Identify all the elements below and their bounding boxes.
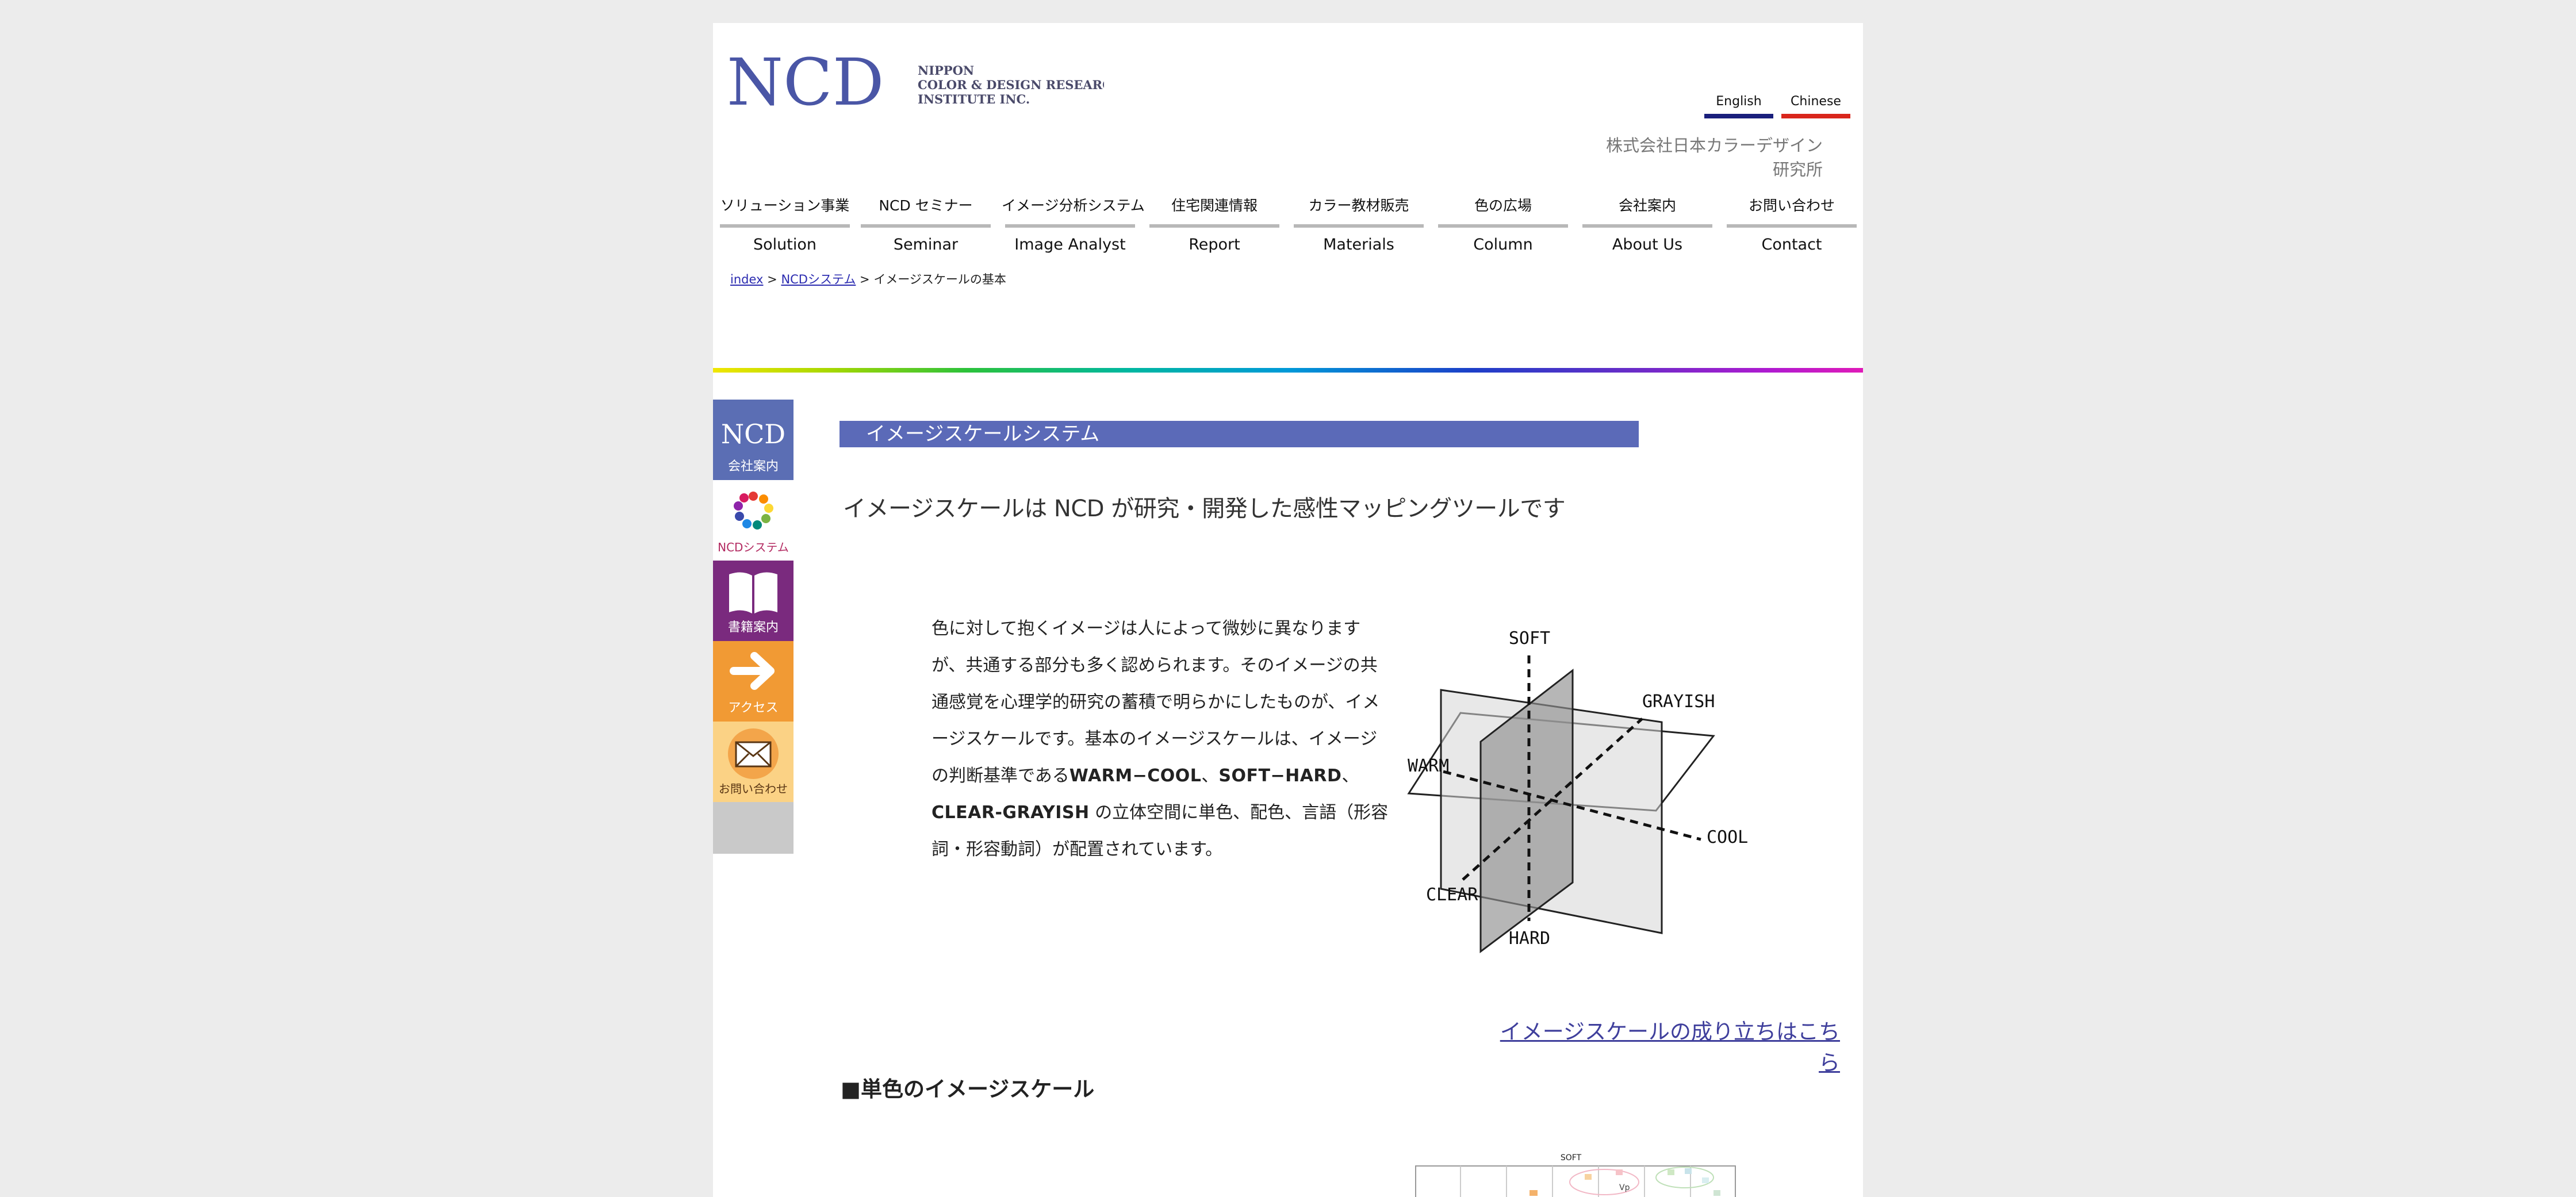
section-title-bar: イメージスケールシステム	[839, 421, 1639, 447]
main-nav: ソリューション事業 Solution NCD セミナー Seminar イメージ…	[713, 190, 1863, 282]
axis-label-cool: COOL	[1707, 827, 1748, 847]
color-chip	[1585, 1174, 1592, 1180]
logo-name-line-3: INSTITUTE INC.	[918, 92, 1030, 106]
ncd-logo[interactable]: NCD NIPPON COLOR & DESIGN RESEARCH INSTI…	[724, 34, 1124, 126]
lang-chinese-link[interactable]: Chinese	[1781, 93, 1850, 118]
page: NCD NIPPON COLOR & DESIGN RESEARCH INSTI…	[713, 23, 1863, 1197]
breadcrumb-system-link[interactable]: NCDシステム	[781, 273, 856, 286]
breadcrumb: index > NCDシステム > イメージスケールの基本	[730, 270, 1006, 287]
color-chip	[1529, 1190, 1538, 1196]
breadcrumb-separator: >	[860, 273, 870, 286]
nav-about[interactable]: 会社案内 About Us	[1579, 190, 1716, 282]
color-chip	[1667, 1169, 1674, 1175]
nav-column[interactable]: 色の広場 Column	[1435, 190, 1571, 282]
page-headline: イメージスケールは NCD が研究・開発した感性マッピングツールです	[843, 496, 1566, 522]
ncd-logo-icon: NCD	[721, 419, 785, 450]
open-book-icon	[729, 572, 777, 613]
nav-image-analyst-jp: イメージ分析システム	[1002, 197, 1145, 214]
nav-solution-en: Solution	[753, 236, 816, 254]
svg-text:NCD: NCD	[721, 419, 785, 450]
logo-name-line-2: COLOR & DESIGN RESEARCH	[918, 78, 1104, 92]
side-contact-label: お問い合わせ	[719, 782, 788, 796]
color-chip	[1702, 1177, 1709, 1183]
color-chip	[1616, 1169, 1623, 1175]
nav-image-analyst-en: Image Analyst	[1014, 236, 1126, 254]
nav-contact-jp: お問い合わせ	[1748, 197, 1835, 214]
intro-axis-warm-cool: WARM−COOL	[1069, 766, 1202, 786]
image-scale-3d-diagram: SOFT HARD WARM COOL CLEAR GRAYISH	[1407, 628, 1748, 953]
axis-label-warm: WARM	[1408, 756, 1449, 776]
breadcrumb-index-link[interactable]: index	[730, 273, 763, 286]
section-title: イメージスケールシステム	[866, 423, 1100, 446]
nav-materials-en: Materials	[1323, 236, 1394, 254]
nav-image-analyst[interactable]: イメージ分析システム Image Analyst	[1002, 190, 1145, 282]
intro-separator: 、	[1341, 766, 1359, 786]
nav-column-jp: 色の広場	[1474, 197, 1532, 214]
side-access-button[interactable]: アクセス	[713, 641, 793, 722]
intro-paragraph: 色に対して抱くイメージは人によって微妙に異なりますが、共通する部分も多く認められ…	[931, 611, 1392, 868]
nav-seminar[interactable]: NCD セミナー Seminar	[857, 190, 994, 282]
envelope-icon	[728, 728, 779, 779]
axis-label-soft: SOFT	[1509, 628, 1550, 649]
nav-materials[interactable]: カラー教材販売 Materials	[1290, 190, 1427, 282]
nav-report-jp: 住宅関連情報	[1171, 197, 1258, 214]
single-color-scale-heading: ■単色のイメージスケール	[841, 1077, 1095, 1102]
axis-label-hard: HARD	[1509, 929, 1550, 949]
company-name-jp: 株式会社日本カラーデザイン研究所	[1605, 136, 1823, 179]
nav-report[interactable]: 住宅関連情報 Report	[1146, 190, 1283, 282]
arrow-right-icon	[730, 652, 775, 690]
intro-axis-clear-grayish: CLEAR-GRAYISH	[931, 803, 1090, 823]
side-access-label: アクセス	[728, 701, 779, 715]
nav-contact-en: Contact	[1761, 236, 1822, 254]
breadcrumb-current: イメージスケールの基本	[873, 273, 1006, 286]
nav-column-en: Column	[1473, 236, 1533, 254]
lang-english-link[interactable]: English	[1704, 93, 1773, 118]
nav-solution[interactable]: ソリューション事業 Solution	[716, 190, 853, 282]
color-circle-icon	[734, 492, 773, 530]
rainbow-divider	[713, 368, 1863, 373]
nav-seminar-en: Seminar	[893, 236, 959, 254]
logo-name-line-1: NIPPON	[918, 63, 974, 78]
color-chip	[1685, 1168, 1692, 1174]
nav-materials-jp: カラー教材販売	[1308, 197, 1409, 214]
side-books-button[interactable]: 書籍案内	[713, 561, 793, 641]
breadcrumb-separator: >	[767, 273, 777, 286]
side-books-label: 書籍案内	[727, 620, 779, 635]
nav-about-jp: 会社案内	[1618, 197, 1676, 214]
side-menu: NCD 会社案内 NCDシステム 書籍案内 アクセス お問い合わせ	[713, 400, 793, 854]
single-color-scale-preview: SOFT Vp	[1415, 1153, 1736, 1197]
side-company-button[interactable]: NCD 会社案内	[713, 400, 793, 480]
nav-contact[interactable]: お問い合わせ Contact	[1723, 190, 1860, 282]
side-contact-button[interactable]: お問い合わせ	[713, 722, 793, 802]
axis-label-grayish: GRAYISH	[1642, 692, 1715, 712]
image-scale-origin-link[interactable]: イメージスケールの成り立ちはこちら	[1483, 1014, 1840, 1076]
axis-label-clear: CLEAR	[1426, 885, 1478, 905]
preview-vp-label: Vp	[1619, 1183, 1630, 1192]
intro-text-1: 色に対して抱くイメージは人によって微妙に異なりますが、共通する部分も多く認められ…	[931, 619, 1380, 786]
side-company-label: 会社案内	[727, 459, 779, 474]
color-chip	[1713, 1190, 1720, 1196]
intro-separator: 、	[1201, 766, 1219, 786]
nav-report-en: Report	[1189, 236, 1240, 254]
side-system-button[interactable]: NCDシステム	[713, 480, 793, 561]
intro-axis-soft-hard: SOFT−HARD	[1218, 766, 1342, 786]
nav-seminar-jp: NCD セミナー	[879, 197, 973, 214]
logo-letters: NCD	[727, 45, 884, 120]
nav-about-en: About Us	[1612, 236, 1683, 254]
side-system-label: NCDシステム	[718, 540, 789, 554]
nav-solution-jp: ソリューション事業	[720, 197, 850, 214]
preview-soft-label: SOFT	[1561, 1153, 1582, 1163]
